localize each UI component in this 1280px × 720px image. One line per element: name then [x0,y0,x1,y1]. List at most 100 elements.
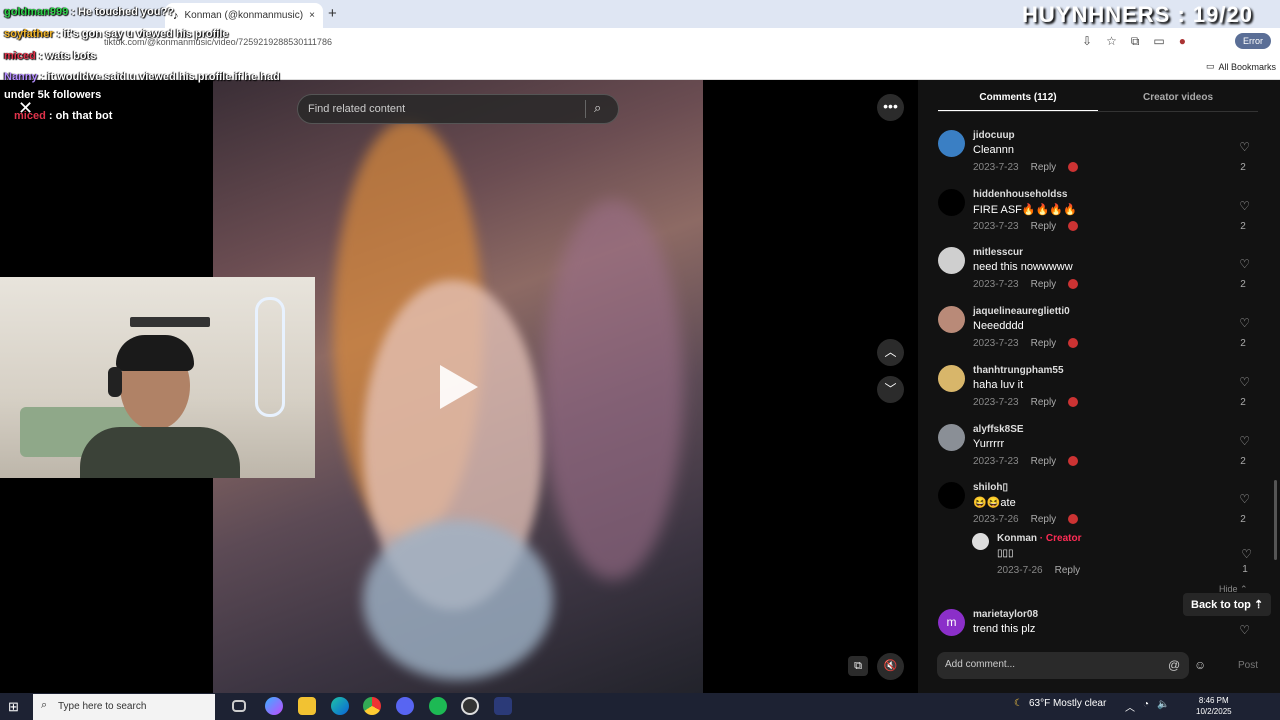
play-icon[interactable] [440,365,478,409]
chevron-up-icon[interactable]: ︿ [1125,699,1135,714]
next-video-button[interactable]: ﹀ [877,376,904,403]
copilot-icon[interactable] [265,697,283,715]
avatar[interactable] [938,365,965,392]
network-icon[interactable]: ◔ [1143,699,1149,714]
volume-icon[interactable]: 🔈 [1157,699,1169,714]
spotify-icon[interactable] [429,697,447,715]
chat-message: under 5k followers [4,89,101,101]
scrollbar[interactable] [1274,480,1277,560]
reply-button[interactable]: Reply [1031,279,1057,290]
heart-icon[interactable]: ♡ [1239,257,1250,271]
tab-tiktok[interactable]: ♪ Konman (@konmanmusic) | Ti... × [165,3,323,28]
avatar[interactable] [938,247,965,274]
weather-moon-icon: ☾ [1014,698,1023,709]
comment-item: jaquelineaureglietti0 Neeedddd 2023-7-23 Re… [938,306,1258,362]
all-bookmarks[interactable]: ▭ All Bookmarks [1206,61,1276,72]
edge-icon[interactable] [331,697,349,715]
reply-button[interactable]: Reply [1031,221,1057,232]
avatar[interactable] [938,189,965,216]
file-explorer-icon[interactable] [298,697,316,715]
task-view-icon[interactable] [232,700,246,712]
heart-icon[interactable]: ♡ [1239,492,1250,506]
comment-text: Cleannn [973,144,1014,156]
follower-goal-counter: HUYNHNERS : 19/20 [1022,2,1253,27]
reply-meta: 2023-7-26 Reply [997,565,1081,576]
heart-icon[interactable]: ♡ [1239,375,1250,389]
comment-user[interactable]: shiloh▯ [973,482,1008,493]
search-icon[interactable]: ⌕ [594,100,601,116]
previous-video-button[interactable]: ︿ [877,339,904,366]
mention-icon[interactable]: @ [1168,658,1180,672]
profile-avatar[interactable]: ● [1179,34,1186,49]
webcam-headset [108,367,122,397]
error-badge[interactable]: Error [1235,33,1271,49]
mute-button[interactable]: 🔇 [877,653,904,680]
more-options-button[interactable]: ••• [877,94,904,121]
comment-date: 2023-7-23 [973,397,1019,408]
app-icon[interactable] [494,697,512,715]
new-tab-button[interactable]: + [328,5,337,22]
avatar[interactable] [938,482,965,509]
cast-icon[interactable]: ▭ [1153,34,1164,49]
comment-user[interactable]: jaquelineaureglietti0 [973,306,1070,317]
heart-icon[interactable]: ♡ [1239,316,1250,330]
tab-creator-videos[interactable]: Creator videos [1098,88,1258,112]
panel-tabs: Comments (112) Creator videos [938,88,1258,112]
tab-title: Konman (@konmanmusic) | Ti... [184,10,304,21]
chat-text: : wats bots [38,50,97,62]
chrome-icon[interactable] [363,697,381,715]
tab-comments[interactable]: Comments (112) [938,88,1098,112]
avatar[interactable] [938,424,965,451]
heart-icon[interactable]: ♡ [1239,434,1250,448]
avatar[interactable] [938,306,965,333]
comment-item: alyffsk8SE Yurrrrr 2023-7-23 Reply ♡ 2 [938,424,1258,480]
reply-button[interactable]: Reply [1031,162,1057,173]
avatar[interactable]: m [938,609,965,636]
install-icon[interactable]: ⇩ [1082,34,1092,49]
heart-icon[interactable]: ♡ [1241,547,1252,561]
weather-widget[interactable]: ☾ 63°F Mostly clear [1014,698,1106,709]
comment-user[interactable]: thanhtrungpham55 [973,365,1064,376]
obs-icon[interactable] [461,697,479,715]
star-icon[interactable]: ☆ [1106,34,1117,49]
chat-text: : He touched you?? [71,6,174,18]
chat-username: soyfather [4,28,54,40]
comment-text: haha luv it [973,379,1024,391]
comment-date: 2023-7-23 [973,456,1019,467]
heart-icon[interactable]: ♡ [1239,199,1250,213]
reply-button[interactable]: Reply [1055,565,1081,576]
heart-icon[interactable]: ♡ [1239,140,1250,154]
reply-button[interactable]: Reply [1031,514,1057,525]
comment-user[interactable]: alyffsk8SE [973,424,1024,435]
comment-user[interactable]: marietaylor08 [973,609,1038,620]
comment-date: 2023-7-23 [973,338,1019,349]
chat-text: : oh that bot [48,110,113,122]
comment-meta: 2023-7-23 Reply [973,279,1079,290]
discord-icon[interactable] [396,697,414,715]
comment-text: Yurrrrr [973,438,1005,450]
comment-date: 2023-7-23 [973,279,1019,290]
picture-in-picture-button[interactable]: ⧉ [848,656,868,676]
reply-button[interactable]: Reply [1031,338,1057,349]
avatar[interactable] [938,130,965,157]
taskbar-search-input[interactable]: Type here to search [33,694,215,720]
comment-text: FIRE ASF🔥🔥🔥🔥 [973,204,1077,216]
emoji-icon[interactable]: ☺ [1194,658,1206,672]
heart-icon[interactable]: ♡ [1239,623,1250,637]
windows-start-icon[interactable]: ⊞ [8,699,19,715]
comment-user[interactable]: jidocuup [973,130,1015,141]
back-to-top-button[interactable]: Back to top ⇡ [1183,593,1272,616]
add-comment-input[interactable]: Add comment... [937,652,1189,679]
extensions-icon[interactable]: ⧉ [1131,34,1140,49]
system-tray: ︿ ◔ 🔈 [1125,699,1170,714]
webcam-person-shirt [80,427,240,478]
like-count: 2 [1240,514,1246,525]
related-search-input[interactable]: Find related content [297,94,619,124]
close-tab-icon[interactable]: × [309,10,315,21]
comment-user[interactable]: mitlesscur [973,247,1023,258]
post-button[interactable]: Post [1238,660,1258,671]
comment-user[interactable]: hiddenhouseholdss [973,189,1067,200]
reply-button[interactable]: Reply [1031,456,1057,467]
taskbar-clock[interactable]: 8:46 PM 10/2/2025 [1196,695,1232,717]
reply-button[interactable]: Reply [1031,397,1057,408]
